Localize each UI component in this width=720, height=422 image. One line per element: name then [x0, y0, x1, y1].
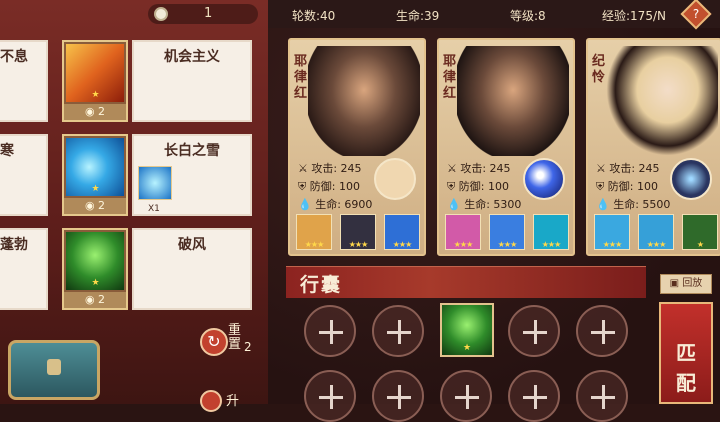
coin-value: 1: [204, 6, 213, 21]
equip-slot[interactable]: ★★★: [340, 214, 376, 250]
star-rating: ★★★: [497, 240, 518, 249]
equip-slot[interactable]: ★: [682, 214, 718, 250]
question-icon: ?: [692, 7, 700, 21]
star-rating: ★★★: [304, 240, 325, 249]
hero-card-3[interactable]: 纪怜 ⚔ 攻击: 245 ⛨ 防御: 100 💧 生命: 5500 ★★★ ★★…: [586, 38, 720, 256]
health-stat: 💧 生命: 5300: [447, 198, 522, 211]
shop-item-title: 长白之雪: [164, 143, 220, 159]
hero-portrait: [308, 46, 420, 156]
attack-stat: ⚔ 攻击: 245: [447, 162, 511, 175]
owned-count: X1: [148, 204, 160, 214]
hero-name: 耶律红: [443, 54, 457, 101]
star-rating: ★: [91, 90, 99, 100]
shop-title-card-1[interactable]: 机会主义: [132, 40, 252, 122]
shop-item-title: 机会主义: [164, 49, 220, 65]
player-stats-bar: 轮数:40 生命:39 等级:8 经验:175/N: [268, 0, 720, 28]
reset-button[interactable]: ↻ 重置 2: [200, 324, 260, 360]
shop-cost: ◉ 2: [64, 104, 126, 120]
bag-slot-empty[interactable]: [372, 305, 424, 357]
hero-portrait: [606, 46, 718, 156]
equip-slot[interactable]: ★★★: [594, 214, 630, 250]
bag-header: 行囊: [286, 266, 646, 298]
hero-card-2[interactable]: 耶律红 ⚔ 攻击: 245 ⛨ 防御: 100 💧 生命: 5300 ★★★ ★…: [437, 38, 575, 256]
shop-title-card-2[interactable]: 长白之雪 X1: [132, 134, 252, 216]
shop-side-label: 蓬勃: [0, 237, 28, 253]
equip-slot[interactable]: ★★★: [489, 214, 525, 250]
equip-slot[interactable]: ★★★: [533, 214, 569, 250]
star-rating: ★★★: [453, 240, 474, 249]
coin-counter: 1: [148, 4, 258, 24]
reset-label: 重置: [228, 323, 242, 352]
star-rating: ★★★: [348, 240, 369, 249]
bag-slot-empty[interactable]: [304, 305, 356, 357]
shop-side-label: 不息: [0, 49, 28, 65]
treasure-chest-icon[interactable]: [8, 340, 100, 400]
bag-slot-empty[interactable]: [508, 305, 560, 357]
attack-stat: ⚔ 攻击: 245: [298, 162, 362, 175]
shop-item-1[interactable]: ★ ◉ 2: [62, 40, 128, 122]
star-rating: ★★★: [646, 240, 667, 249]
star-rating: ★★★: [541, 240, 562, 249]
chest-lock-icon: [47, 359, 61, 375]
owned-copy-icon: [138, 166, 172, 200]
coin-icon: [154, 7, 168, 21]
bag-slot-empty[interactable]: [576, 305, 628, 357]
bag-slot-empty[interactable]: [372, 370, 424, 422]
shop-side-card-3[interactable]: 蓬勃: [0, 228, 48, 310]
bag-slot-empty[interactable]: [304, 370, 356, 422]
equip-slot[interactable]: ★★★: [296, 214, 332, 250]
shop-cost: ◉ 2: [64, 292, 126, 308]
shop-side-label: 寒: [0, 143, 14, 159]
shop-title-card-3[interactable]: 破风: [132, 228, 252, 310]
star-rating: ★★★: [602, 240, 623, 249]
exp-stat: 经验:175/N: [602, 9, 666, 23]
star-rating: ★: [91, 184, 99, 194]
bag-slot-empty[interactable]: [508, 370, 560, 422]
bag-slot-empty[interactable]: [440, 370, 492, 422]
upgrade-button[interactable]: 升: [200, 388, 260, 412]
rounds-stat: 轮数:40: [292, 9, 336, 23]
fist-skill-icon[interactable]: [374, 158, 416, 200]
hero-name: 纪怜: [592, 54, 606, 85]
hero-card-1[interactable]: 耶律红 ⚔ 攻击: 245 ⛨ 防御: 100 💧 生命: 6900 ★★★ ★…: [288, 38, 426, 256]
attack-stat: ⚔ 攻击: 245: [596, 162, 660, 175]
hp-stat: 生命:39: [396, 9, 440, 23]
shop-item-3[interactable]: ★ ◉ 2: [62, 228, 128, 310]
sword-skill-icon[interactable]: [670, 158, 712, 200]
star-rating: ★: [696, 240, 704, 249]
shop-item-title: 破风: [178, 237, 206, 253]
shop-cost: ◉ 2: [64, 198, 126, 214]
refresh-icon: ↻: [200, 328, 228, 356]
health-stat: 💧 生命: 5500: [596, 198, 671, 211]
moon-skill-icon[interactable]: [523, 158, 565, 200]
level-stat: 等级:8: [510, 9, 546, 23]
star-rating: ★★★: [392, 240, 413, 249]
match-button[interactable]: 匹配: [659, 302, 713, 404]
bag-slot-empty[interactable]: [576, 370, 628, 422]
match-label: 匹配: [676, 341, 696, 395]
health-stat: 💧 生命: 6900: [298, 198, 373, 211]
equip-slot[interactable]: ★★★: [445, 214, 481, 250]
shop-item-2[interactable]: ★ ◉ 2: [62, 134, 128, 216]
shop-side-card-2[interactable]: 寒: [0, 134, 48, 216]
reset-cost: 2: [244, 340, 252, 354]
upgrade-label: 升: [226, 394, 240, 409]
star-rating: ★: [462, 343, 472, 353]
hero-portrait: [457, 46, 569, 156]
bag-title: 行囊: [300, 274, 343, 296]
defense-stat: ⛨ 防御: 100: [596, 180, 658, 193]
equip-slot[interactable]: ★★★: [384, 214, 420, 250]
defense-stat: ⛨ 防御: 100: [447, 180, 509, 193]
upgrade-icon: [200, 390, 222, 412]
hero-name: 耶律红: [294, 54, 308, 101]
equip-slot[interactable]: ★★★: [638, 214, 674, 250]
star-rating: ★: [91, 278, 99, 288]
bag-slot-green-warrior[interactable]: ★: [440, 303, 494, 357]
defense-stat: ⛨ 防御: 100: [298, 180, 360, 193]
shop-side-card-1[interactable]: 不息: [0, 40, 48, 122]
replay-button[interactable]: ▣ 回放: [660, 274, 712, 294]
